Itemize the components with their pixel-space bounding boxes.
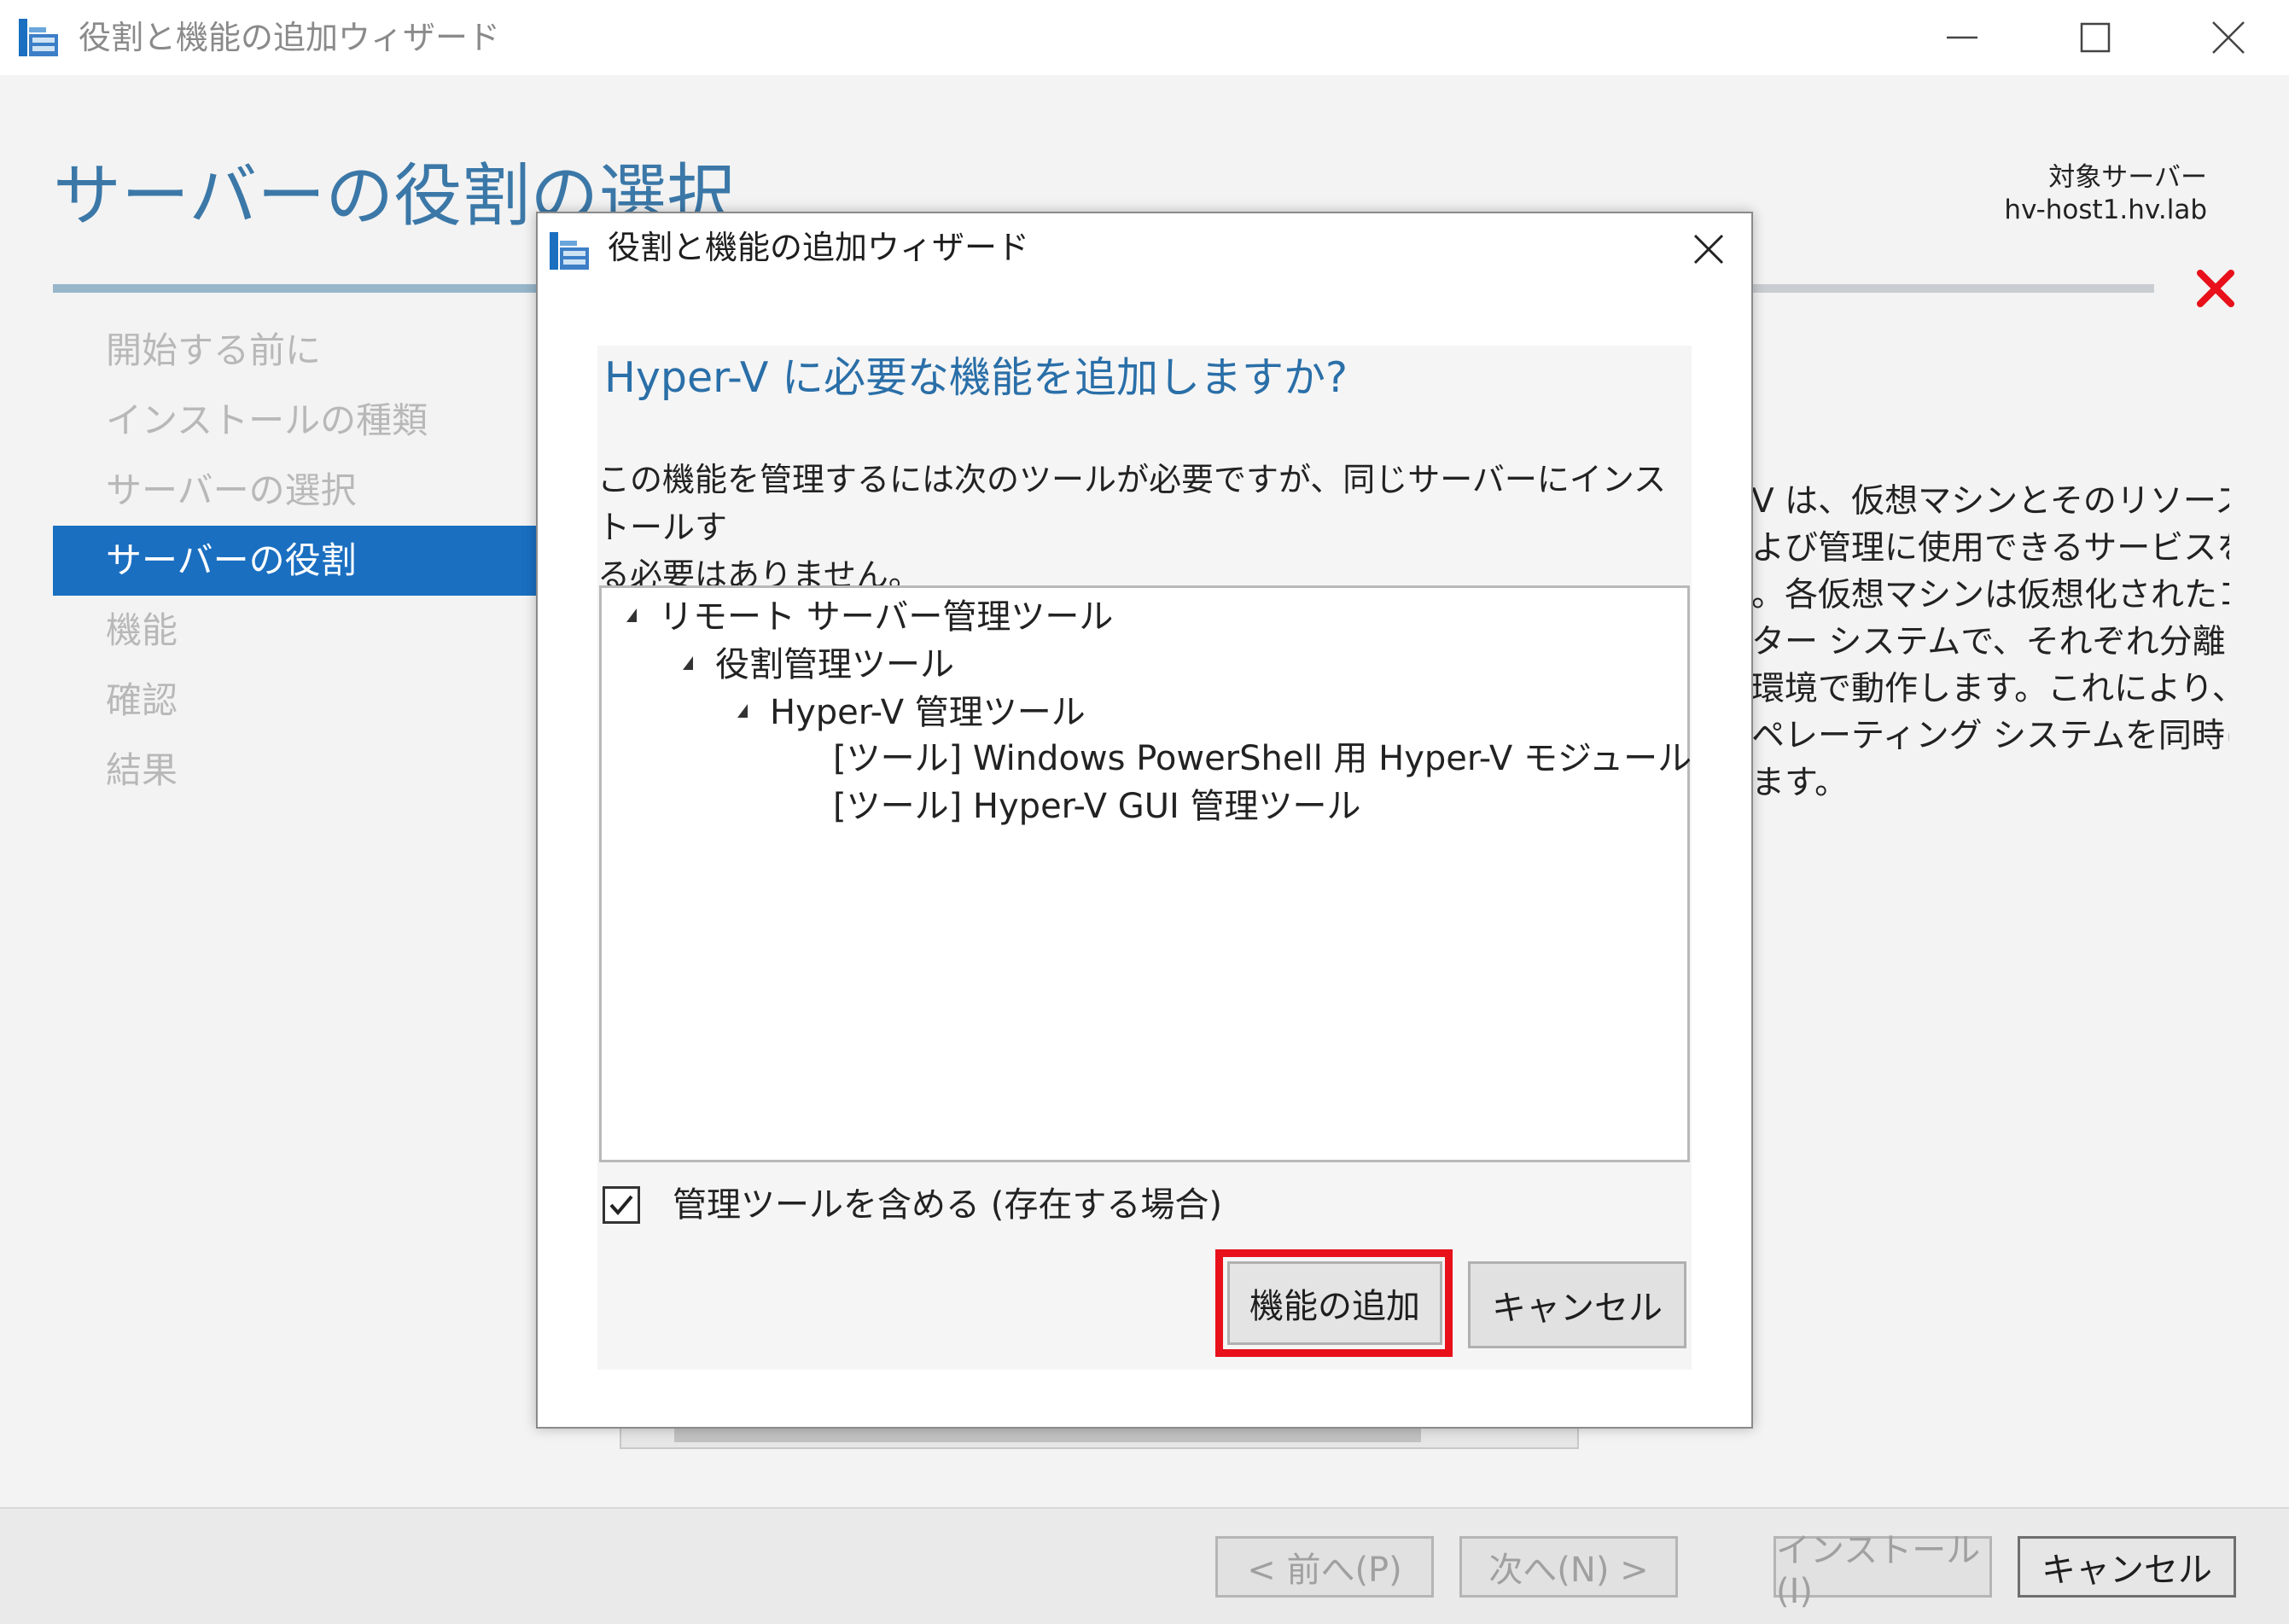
maximize-button[interactable] (2048, 9, 2142, 67)
previous-button[interactable]: < 前へ(P) (1215, 1536, 1434, 1598)
scrollbar-thumb[interactable] (674, 1429, 1421, 1442)
close-window-button[interactable] (2181, 9, 2275, 67)
dialog-close-button[interactable] (1673, 220, 1744, 278)
minimize-icon (1947, 36, 1977, 39)
target-server-label: 対象サーバー (2048, 162, 2207, 193)
tree-item[interactable]: リモート サーバー管理ツール (626, 594, 1113, 640)
maximize-icon (2080, 22, 2111, 53)
nav-item-features[interactable]: 機能 (53, 596, 539, 666)
next-button[interactable]: 次へ(N) > (1459, 1536, 1678, 1598)
nav-item-before-you-begin[interactable]: 開始する前に (53, 316, 539, 386)
nav-item-results[interactable]: 結果 (53, 736, 539, 806)
tree-item[interactable]: Hyper-V 管理ツール (737, 690, 1086, 736)
dialog-message: この機能を管理するには次のツールが必要ですが、同じサーバーにインストールす る必… (597, 461, 1667, 594)
checkmark-icon (609, 1195, 633, 1216)
server-manager-icon (550, 232, 589, 270)
highlight-box (1215, 1249, 1453, 1357)
dialog-heading: Hyper-V に必要な機能を追加しますか? (604, 353, 1348, 402)
tree-item[interactable]: [ツール] Hyper-V GUI 管理ツール (833, 783, 1361, 829)
tree-item[interactable]: 役割管理ツール (683, 642, 954, 688)
include-tools-checkbox[interactable] (603, 1186, 640, 1224)
description-line: 環境で動作します。これにより、複 (1751, 670, 2229, 708)
nav-item-server-selection[interactable]: サーバーの選択 (53, 456, 539, 526)
minimize-button[interactable] (1915, 9, 2009, 67)
target-server-value: hv-host1.hv.lab (2004, 195, 2207, 225)
description-line: 。各仮想マシンは仮想化されたコ (1751, 576, 2229, 614)
description-line: ペレーティング システムを同時に実 (1751, 717, 2229, 755)
dialog-cancel-button[interactable]: キャンセル (1468, 1261, 1686, 1348)
error-x-icon[interactable] (2192, 265, 2239, 312)
server-manager-icon (19, 19, 58, 56)
tree-item-label: Hyper-V 管理ツール (770, 693, 1086, 732)
role-description: V は、仮想マシンとそのリソースの よび管理に使用できるサービスを提 。各仮想マ… (1751, 478, 2229, 806)
include-tools-label[interactable]: 管理ツールを含める (存在する場合) (673, 1182, 1222, 1228)
description-line: V は、仮想マシンとそのリソースの (1751, 482, 2229, 521)
description-line: ター システムで、それぞれ分離され (1751, 623, 2229, 661)
nav-item-confirmation[interactable]: 確認 (53, 666, 539, 736)
nav-item-installation-type[interactable]: インストールの種類 (53, 386, 539, 456)
nav-item-server-roles[interactable]: サーバーの役割 (53, 526, 539, 596)
header-divider-accent (53, 284, 548, 293)
dialog-title: 役割と機能の追加ウィザード (608, 229, 1030, 266)
tree-item[interactable]: [ツール] Windows PowerShell 用 Hyper-V モジュール (833, 736, 1692, 782)
main-cancel-button[interactable]: キャンセル (2018, 1536, 2236, 1598)
tree-item-label: 役割管理ツール (715, 645, 954, 684)
expand-caret-icon[interactable] (737, 704, 748, 718)
tree-item-label: リモート サーバー管理ツール (659, 597, 1114, 637)
install-button[interactable]: インストール(I) (1774, 1531, 1992, 1611)
description-line: ます。 (1751, 764, 1849, 802)
wizard-nav: 開始する前に インストールの種類 サーバーの選択 サーバーの役割 機能 確認 結… (53, 316, 539, 806)
window-title: 役割と機能の追加ウィザード (79, 19, 501, 56)
tree-item-label: [ツール] Windows PowerShell 用 Hyper-V モジュール (833, 739, 1692, 778)
close-icon (2212, 21, 2245, 54)
close-icon (1693, 234, 1724, 265)
tree-item-label: [ツール] Hyper-V GUI 管理ツール (833, 787, 1361, 826)
description-line: よび管理に使用できるサービスを提 (1751, 529, 2229, 568)
expand-caret-icon[interactable] (683, 656, 693, 670)
expand-caret-icon[interactable] (626, 608, 637, 622)
